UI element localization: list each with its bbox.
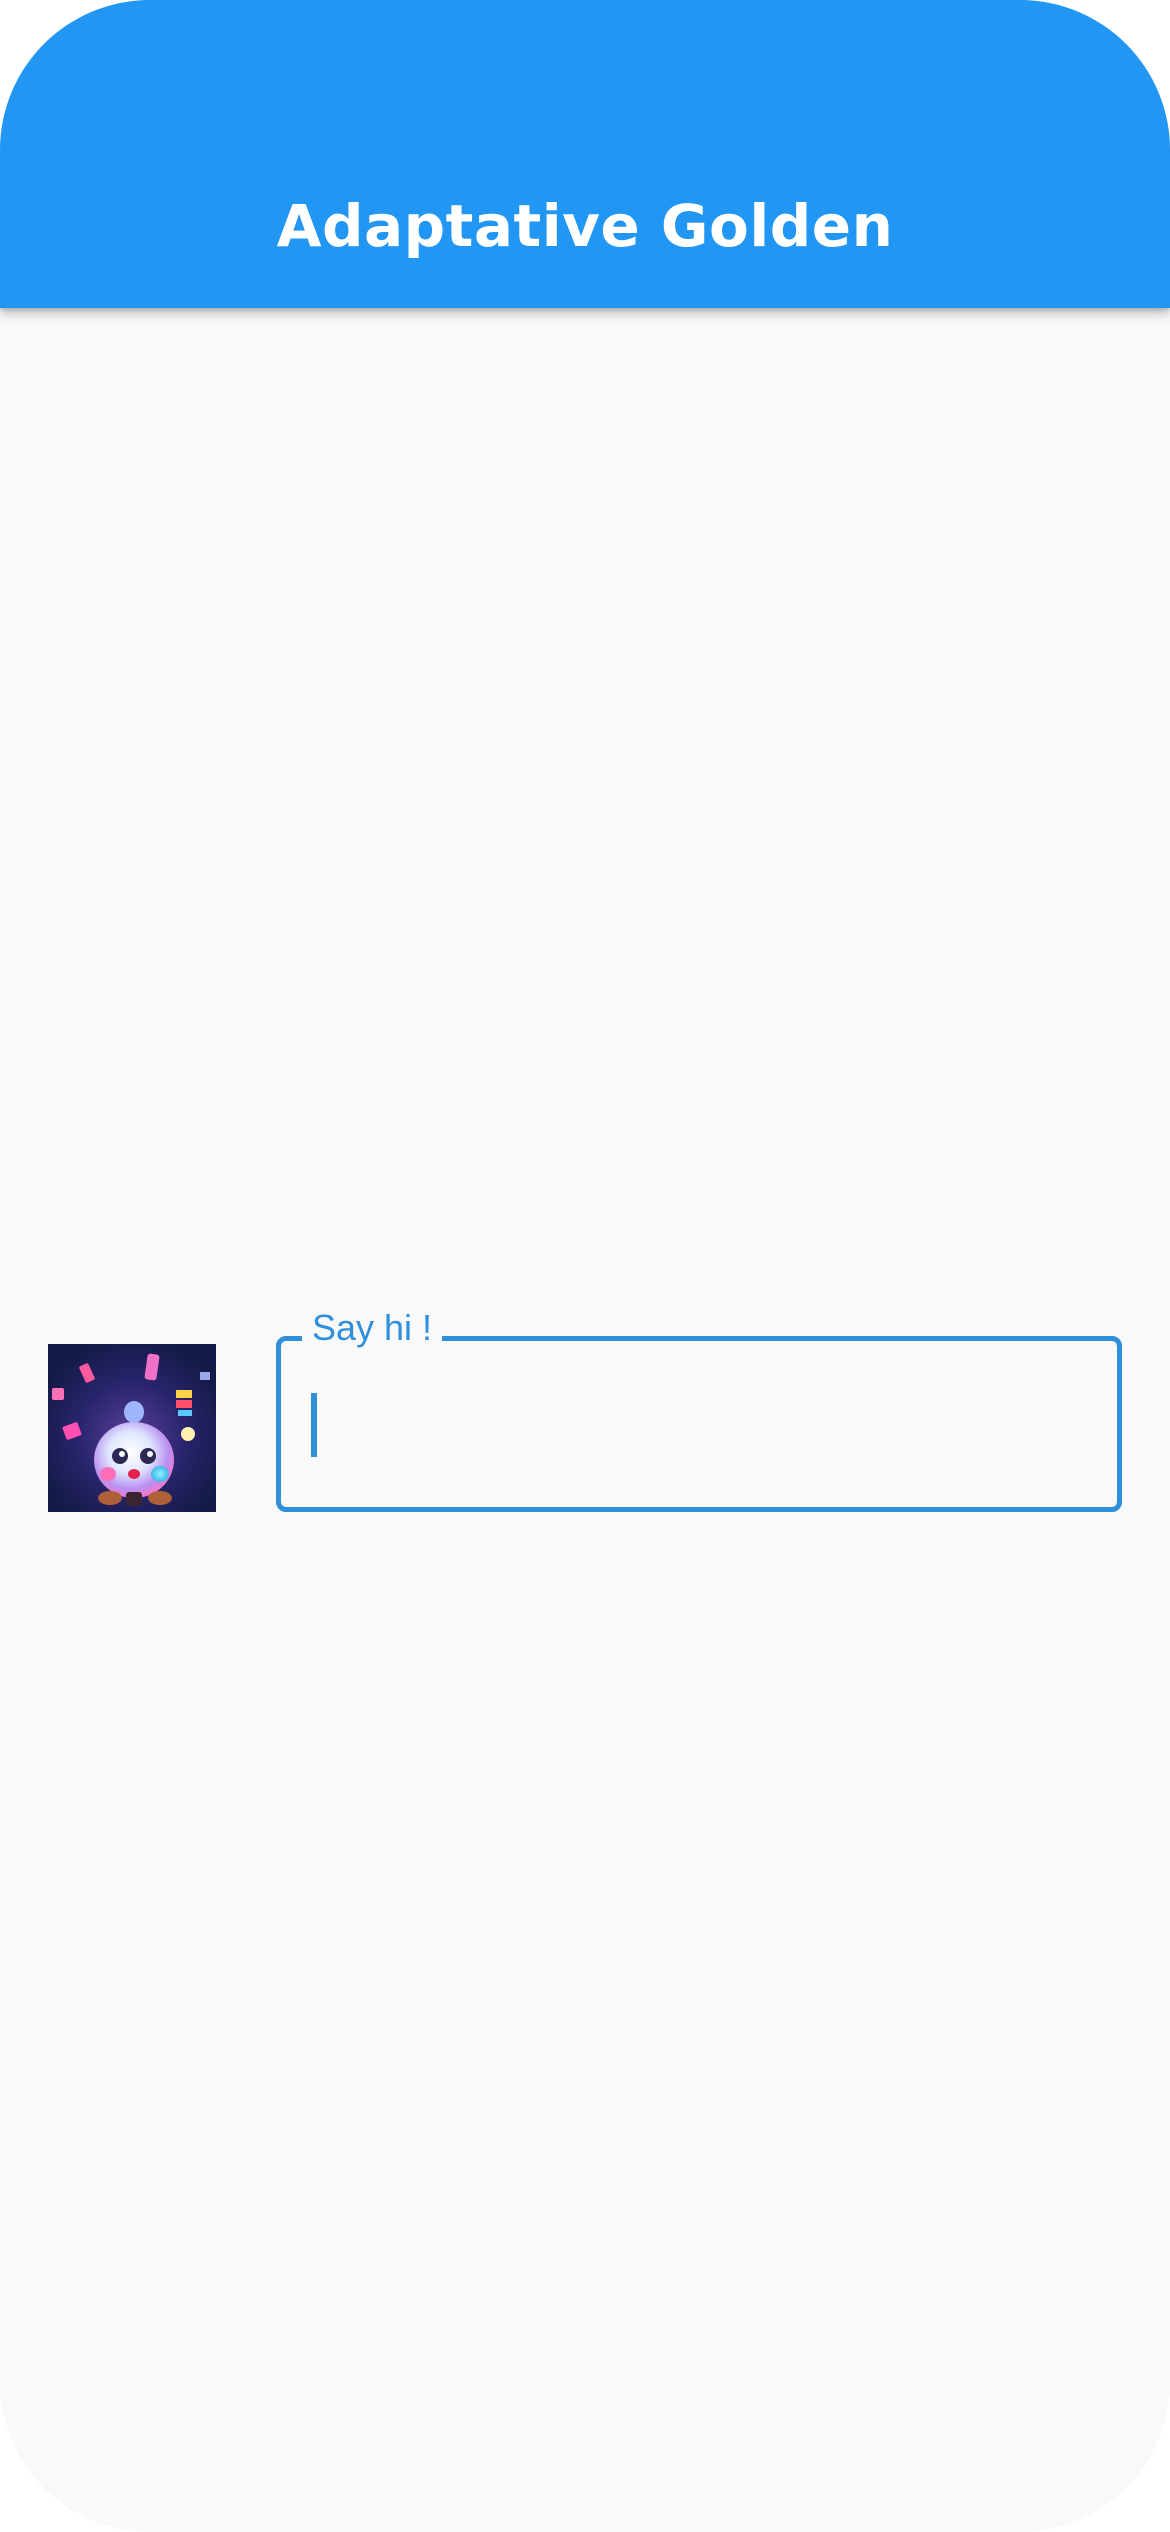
input-row: Say hi !	[48, 1304, 1122, 1516]
text-cursor	[311, 1393, 317, 1457]
main-content: Say hi !	[0, 308, 1170, 2532]
text-field-label: Say hi !	[302, 1304, 443, 1352]
say-hi-text-field[interactable]: Say hi !	[276, 1304, 1122, 1512]
say-hi-input[interactable]	[312, 1374, 1092, 1474]
app-title: Adaptative Golden	[276, 192, 894, 260]
phone-screen: Adaptative Golden Say hi !	[0, 0, 1170, 2532]
glowing-creature-icon	[48, 1344, 216, 1512]
app-bar: Adaptative Golden	[0, 0, 1170, 308]
avatar-image	[48, 1344, 216, 1512]
